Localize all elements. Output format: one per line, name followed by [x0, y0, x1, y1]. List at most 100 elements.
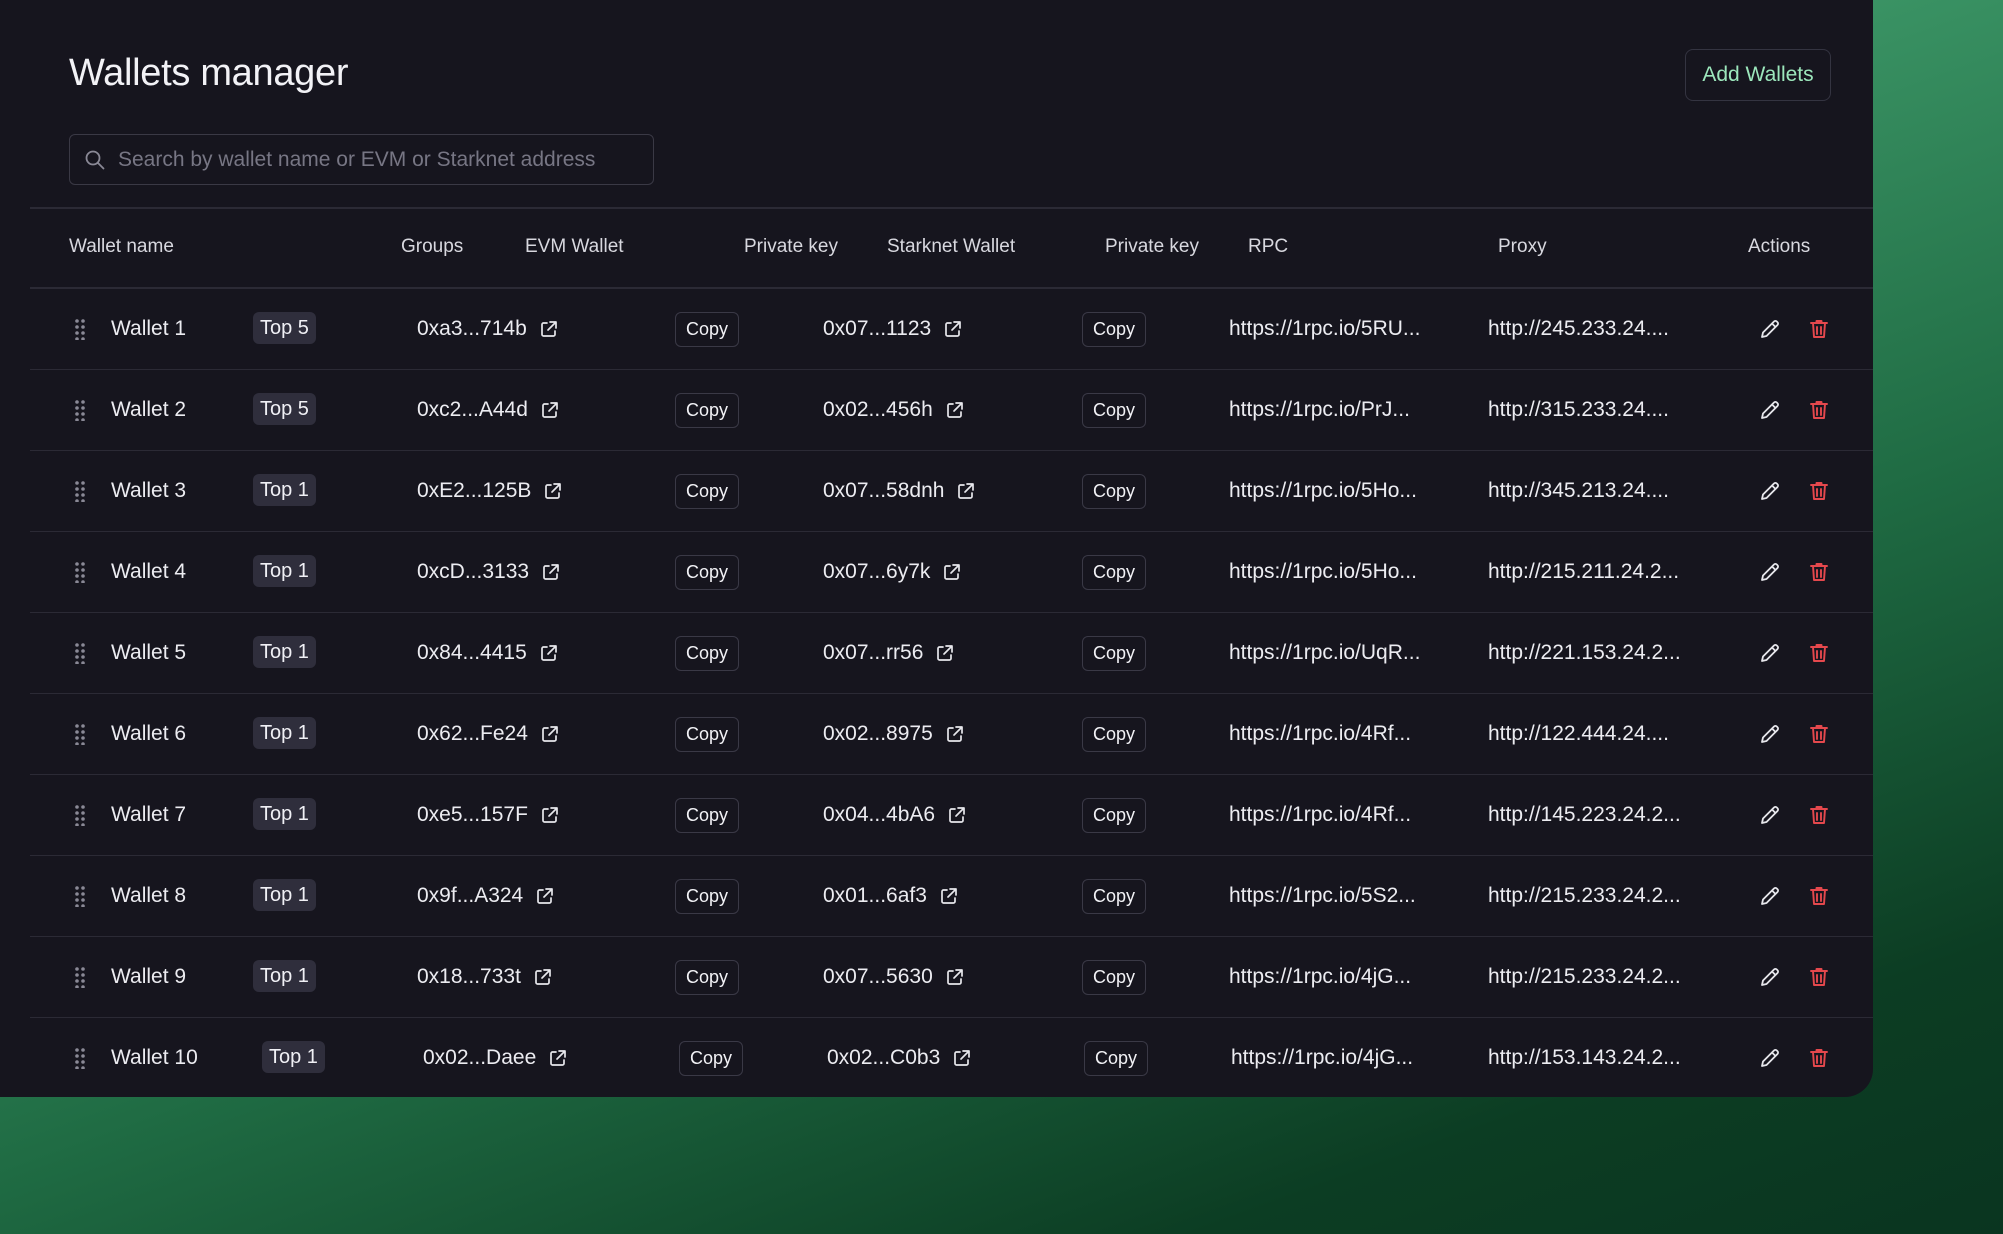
- pencil-icon[interactable]: [1758, 803, 1782, 827]
- copy-starknet-private-key-button[interactable]: Copy: [1084, 1040, 1148, 1076]
- copy-starknet-private-key-button[interactable]: Copy: [1082, 716, 1146, 752]
- trash-icon[interactable]: [1807, 965, 1831, 989]
- copy-starknet-private-key-button[interactable]: Copy: [1082, 635, 1146, 671]
- trash-icon[interactable]: [1807, 317, 1831, 341]
- drag-handle-icon[interactable]: [74, 613, 90, 693]
- evm-wallet-cell: 0x02...Daee: [423, 1018, 568, 1097]
- drag-handle-icon[interactable]: [74, 1018, 90, 1097]
- trash-icon[interactable]: [1807, 398, 1831, 422]
- external-link-icon[interactable]: [533, 967, 553, 987]
- evm-address: 0x18...733t: [417, 965, 521, 988]
- search-box[interactable]: [69, 134, 654, 185]
- drag-handle-icon[interactable]: [74, 694, 90, 774]
- col-starknet-private-key: Private key: [1105, 236, 1199, 257]
- trash-icon[interactable]: [1807, 884, 1831, 908]
- trash-icon[interactable]: [1807, 803, 1831, 827]
- external-link-icon[interactable]: [945, 967, 965, 987]
- external-link-icon[interactable]: [540, 400, 560, 420]
- drag-handle-icon[interactable]: [74, 370, 90, 450]
- external-link-icon[interactable]: [541, 562, 561, 582]
- add-wallets-button[interactable]: Add Wallets: [1685, 49, 1831, 101]
- table-row: Wallet 7 Top 1 0xe5...157F Copy 0x04...4…: [0, 775, 1873, 856]
- evm-wallet-cell: 0x62...Fe24: [417, 694, 560, 774]
- drag-handle-icon[interactable]: [74, 775, 90, 855]
- external-link-icon[interactable]: [543, 481, 563, 501]
- copy-evm-private-key-button[interactable]: Copy: [675, 716, 739, 752]
- col-evm-wallet: EVM Wallet: [525, 236, 624, 257]
- copy-starknet-private-key-button[interactable]: Copy: [1082, 878, 1146, 914]
- wallets-panel: Wallets manager Add Wallets Wallet name …: [0, 0, 1873, 1097]
- drag-handle-icon[interactable]: [74, 289, 90, 369]
- copy-evm-private-key-button[interactable]: Copy: [675, 392, 739, 428]
- external-link-icon[interactable]: [942, 562, 962, 582]
- copy-evm-private-key-button[interactable]: Copy: [675, 797, 739, 833]
- group-badge: Top 5: [253, 392, 316, 425]
- copy-starknet-private-key-button[interactable]: Copy: [1082, 959, 1146, 995]
- pencil-icon[interactable]: [1758, 722, 1782, 746]
- copy-evm-private-key-button[interactable]: Copy: [679, 1040, 743, 1076]
- pencil-icon[interactable]: [1758, 398, 1782, 422]
- pencil-icon[interactable]: [1758, 641, 1782, 665]
- external-link-icon[interactable]: [539, 643, 559, 663]
- evm-wallet-cell: 0xe5...157F: [417, 775, 560, 855]
- copy-evm-private-key-button[interactable]: Copy: [675, 554, 739, 590]
- pencil-icon[interactable]: [1758, 884, 1782, 908]
- copy-starknet-private-key-button[interactable]: Copy: [1082, 311, 1146, 347]
- trash-icon[interactable]: [1807, 479, 1831, 503]
- search-input[interactable]: [118, 147, 653, 172]
- proxy-url: http://215.211.24.2...: [1488, 560, 1680, 583]
- trash-icon[interactable]: [1807, 560, 1831, 584]
- proxy-url: http://221.153.24.2...: [1488, 641, 1681, 664]
- external-link-icon[interactable]: [943, 319, 963, 339]
- external-link-icon[interactable]: [952, 1048, 972, 1068]
- external-link-icon[interactable]: [548, 1048, 568, 1068]
- search-icon: [84, 149, 106, 171]
- starknet-address: 0x07...rr56: [823, 641, 924, 664]
- copy-starknet-private-key-button[interactable]: Copy: [1082, 554, 1146, 590]
- pencil-icon[interactable]: [1758, 317, 1782, 341]
- copy-evm-private-key-button[interactable]: Copy: [675, 311, 739, 347]
- proxy-url: http://215.233.24.2...: [1488, 884, 1681, 907]
- pencil-icon[interactable]: [1758, 479, 1782, 503]
- trash-icon[interactable]: [1807, 1046, 1831, 1070]
- external-link-icon[interactable]: [945, 400, 965, 420]
- drag-handle-icon[interactable]: [74, 532, 90, 612]
- drag-handle-icon[interactable]: [74, 856, 90, 936]
- copy-evm-private-key-button[interactable]: Copy: [675, 878, 739, 914]
- col-proxy: Proxy: [1498, 236, 1547, 257]
- external-link-icon[interactable]: [945, 724, 965, 744]
- copy-evm-private-key-button[interactable]: Copy: [675, 635, 739, 671]
- trash-icon[interactable]: [1807, 641, 1831, 665]
- wallet-name: Wallet 10: [111, 1046, 198, 1069]
- proxy-url: http://315.233.24....: [1488, 398, 1669, 421]
- starknet-wallet-cell: 0x04...4bA6: [823, 775, 967, 855]
- pencil-icon[interactable]: [1758, 965, 1782, 989]
- pencil-icon[interactable]: [1758, 1046, 1782, 1070]
- external-link-icon[interactable]: [947, 805, 967, 825]
- group-badge: Top 1: [262, 1040, 325, 1073]
- external-link-icon[interactable]: [956, 481, 976, 501]
- drag-handle-icon[interactable]: [74, 451, 90, 531]
- copy-starknet-private-key-button[interactable]: Copy: [1082, 392, 1146, 428]
- external-link-icon[interactable]: [540, 805, 560, 825]
- drag-handle-icon[interactable]: [74, 937, 90, 1017]
- copy-starknet-private-key-button[interactable]: Copy: [1082, 473, 1146, 509]
- external-link-icon[interactable]: [935, 643, 955, 663]
- copy-evm-private-key-button[interactable]: Copy: [675, 473, 739, 509]
- rpc-url: https://1rpc.io/5Ho...: [1229, 479, 1417, 502]
- evm-address: 0xe5...157F: [417, 803, 528, 826]
- evm-address: 0x02...Daee: [423, 1046, 537, 1069]
- evm-address: 0x84...4415: [417, 641, 527, 664]
- proxy-url: http://153.143.24.2...: [1488, 1046, 1681, 1069]
- col-starknet-wallet: Starknet Wallet: [887, 236, 1016, 257]
- rpc-url: https://1rpc.io/4Rf...: [1229, 803, 1412, 826]
- copy-starknet-private-key-button[interactable]: Copy: [1082, 797, 1146, 833]
- external-link-icon[interactable]: [939, 886, 959, 906]
- external-link-icon[interactable]: [539, 319, 559, 339]
- rpc-url: https://1rpc.io/5Ho...: [1229, 560, 1417, 583]
- trash-icon[interactable]: [1807, 722, 1831, 746]
- pencil-icon[interactable]: [1758, 560, 1782, 584]
- external-link-icon[interactable]: [535, 886, 555, 906]
- external-link-icon[interactable]: [540, 724, 560, 744]
- copy-evm-private-key-button[interactable]: Copy: [675, 959, 739, 995]
